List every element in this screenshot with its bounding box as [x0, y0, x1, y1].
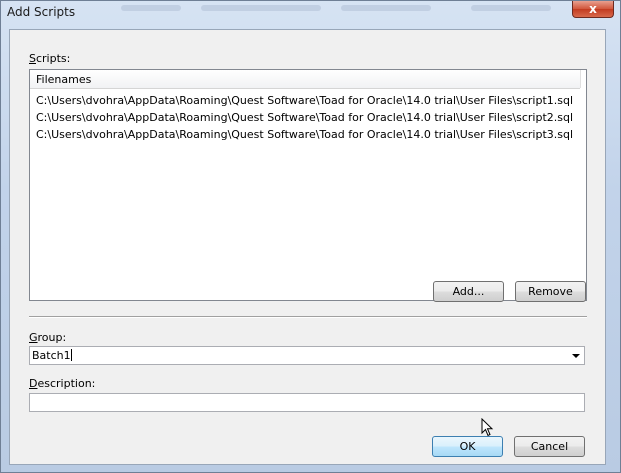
description-label: Description:: [29, 377, 96, 390]
list-item[interactable]: C:\Users\dvohra\AppData\Roaming\Quest So…: [36, 92, 576, 109]
background-blur: [471, 5, 551, 11]
scripts-list[interactable]: Filenames C:\Users\dvohra\AppData\Roamin…: [29, 69, 587, 301]
close-button[interactable]: x: [572, 1, 614, 18]
description-field[interactable]: [29, 393, 585, 412]
ok-button[interactable]: OK: [432, 436, 503, 457]
background-blur: [121, 5, 181, 11]
script-rows: C:\Users\dvohra\AppData\Roaming\Quest So…: [36, 92, 576, 143]
list-item[interactable]: C:\Users\dvohra\AppData\Roaming\Quest So…: [36, 126, 576, 143]
window-title: Add Scripts: [7, 5, 76, 19]
text-caret: [70, 349, 72, 361]
cancel-button[interactable]: Cancel: [514, 436, 585, 457]
mouse-pointer-icon: [481, 418, 494, 437]
column-separator[interactable]: [580, 70, 581, 88]
group-combobox[interactable]: Batch1: [29, 346, 585, 365]
dialog-client-area: Scripts: Filenames C:\Users\dvohra\AppDa…: [9, 29, 606, 465]
title-bar[interactable]: Add Scripts x: [1, 1, 620, 23]
close-icon: x: [589, 2, 597, 16]
group-value: Batch1: [32, 349, 71, 362]
list-item[interactable]: C:\Users\dvohra\AppData\Roaming\Quest So…: [36, 109, 576, 126]
section-divider: [29, 316, 587, 318]
filenames-column-header[interactable]: Filenames: [30, 70, 581, 89]
scripts-label: Scripts:: [29, 52, 71, 65]
add-button[interactable]: Add...: [433, 281, 504, 302]
column-header-label: Filenames: [36, 73, 92, 86]
chevron-down-icon[interactable]: [572, 354, 580, 358]
background-blur: [341, 5, 431, 11]
group-label: Group:: [29, 331, 67, 344]
remove-button[interactable]: Remove: [515, 281, 586, 302]
background-blur: [201, 5, 321, 11]
add-scripts-dialog: Add Scripts x Scripts: Filenames C:\User…: [0, 0, 621, 473]
